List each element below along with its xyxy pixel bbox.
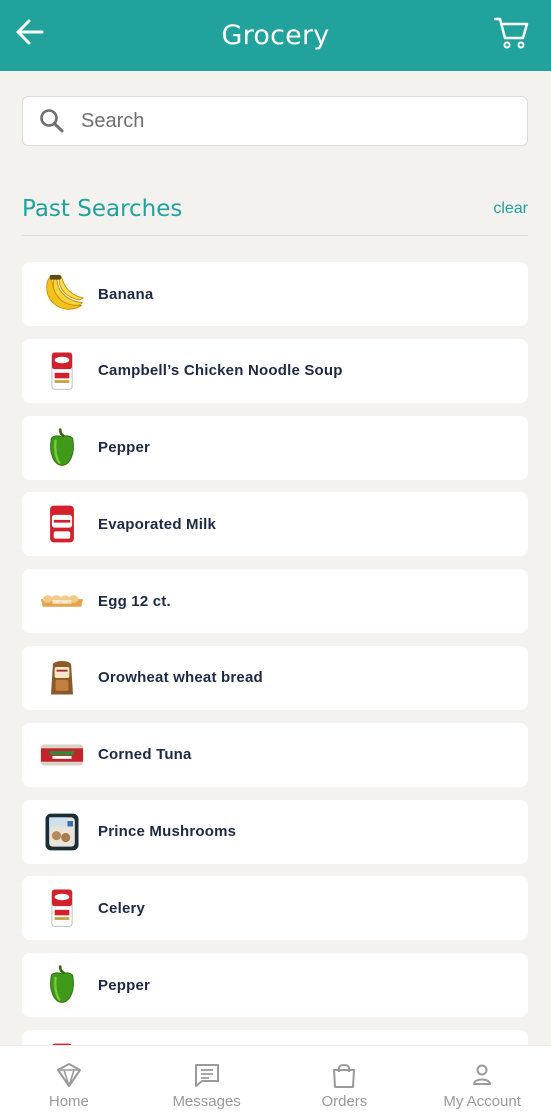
- search-bar[interactable]: [22, 96, 528, 146]
- item-label: Pepper: [98, 976, 151, 994]
- list-item[interactable]: Orowheat wheat bread: [22, 645, 528, 710]
- nav-label: My Account: [443, 1093, 521, 1110]
- list-item[interactable]: Evaporated Milk: [22, 492, 528, 557]
- person-icon: [473, 1064, 492, 1085]
- nav-home[interactable]: Home: [0, 1046, 138, 1115]
- list-item[interactable]: Pepper: [22, 415, 528, 480]
- item-label: Prince Mushrooms: [98, 823, 237, 841]
- milk-can-icon: [38, 500, 86, 548]
- bottom-navigation: Home Messages Orders My Account: [0, 1045, 551, 1115]
- app-header: Grocery: [0, 0, 551, 71]
- list-item[interactable]: Celery: [22, 876, 528, 941]
- item-label: Banana: [98, 285, 154, 303]
- nav-messages[interactable]: Messages: [138, 1046, 276, 1115]
- nav-label: Orders: [321, 1093, 368, 1110]
- egg-carton-icon: [38, 577, 86, 625]
- item-label: Orowheat wheat bread: [98, 669, 263, 687]
- pepper-icon: [38, 424, 86, 472]
- list-item[interactable]: Banana: [22, 262, 528, 326]
- nav-label: Home: [48, 1093, 89, 1110]
- nav-orders[interactable]: Orders: [276, 1046, 414, 1115]
- back-button[interactable]: [14, 16, 46, 48]
- list-item[interactable]: Pepper: [22, 953, 528, 1018]
- banana-icon: [38, 270, 86, 318]
- mushroom-pack-icon: [38, 808, 86, 856]
- home-icon: [56, 1063, 81, 1087]
- past-searches-list: Banana Campbell’s Chicken Noodle Soup Pe…: [22, 262, 528, 1107]
- soup-can-icon: [38, 347, 86, 395]
- item-label: Celery: [98, 899, 146, 917]
- item-label: Campbell’s Chicken Noodle Soup: [98, 362, 343, 380]
- pepper-icon: [38, 961, 86, 1009]
- cart-button[interactable]: [493, 14, 531, 52]
- list-item[interactable]: Corned Tuna: [22, 722, 528, 787]
- nav-label: Messages: [172, 1093, 241, 1110]
- tuna-can-icon: [38, 731, 86, 779]
- item-label: Pepper: [98, 439, 151, 457]
- section-title: Past Searches: [22, 196, 183, 222]
- bread-icon: [38, 654, 86, 702]
- search-icon: [40, 109, 64, 133]
- shopping-cart-icon: [493, 17, 529, 49]
- list-item[interactable]: Egg 12 ct.: [22, 569, 528, 634]
- list-item[interactable]: Prince Mushrooms: [22, 799, 528, 864]
- list-item[interactable]: Campbell’s Chicken Noodle Soup: [22, 338, 528, 403]
- arrow-left-icon: [16, 19, 44, 45]
- item-label: Evaporated Milk: [98, 515, 217, 533]
- search-input[interactable]: [81, 109, 481, 133]
- item-label: Egg 12 ct.: [98, 592, 171, 610]
- item-label: Corned Tuna: [98, 746, 192, 764]
- message-icon: [194, 1064, 219, 1087]
- shopping-bag-icon: [333, 1064, 356, 1088]
- past-searches-header: Past Searches clear: [22, 192, 528, 236]
- clear-history-link[interactable]: clear: [493, 200, 528, 218]
- nav-account[interactable]: My Account: [413, 1046, 551, 1115]
- soup-can-icon: [38, 884, 86, 932]
- page-title: Grocery: [221, 20, 330, 51]
